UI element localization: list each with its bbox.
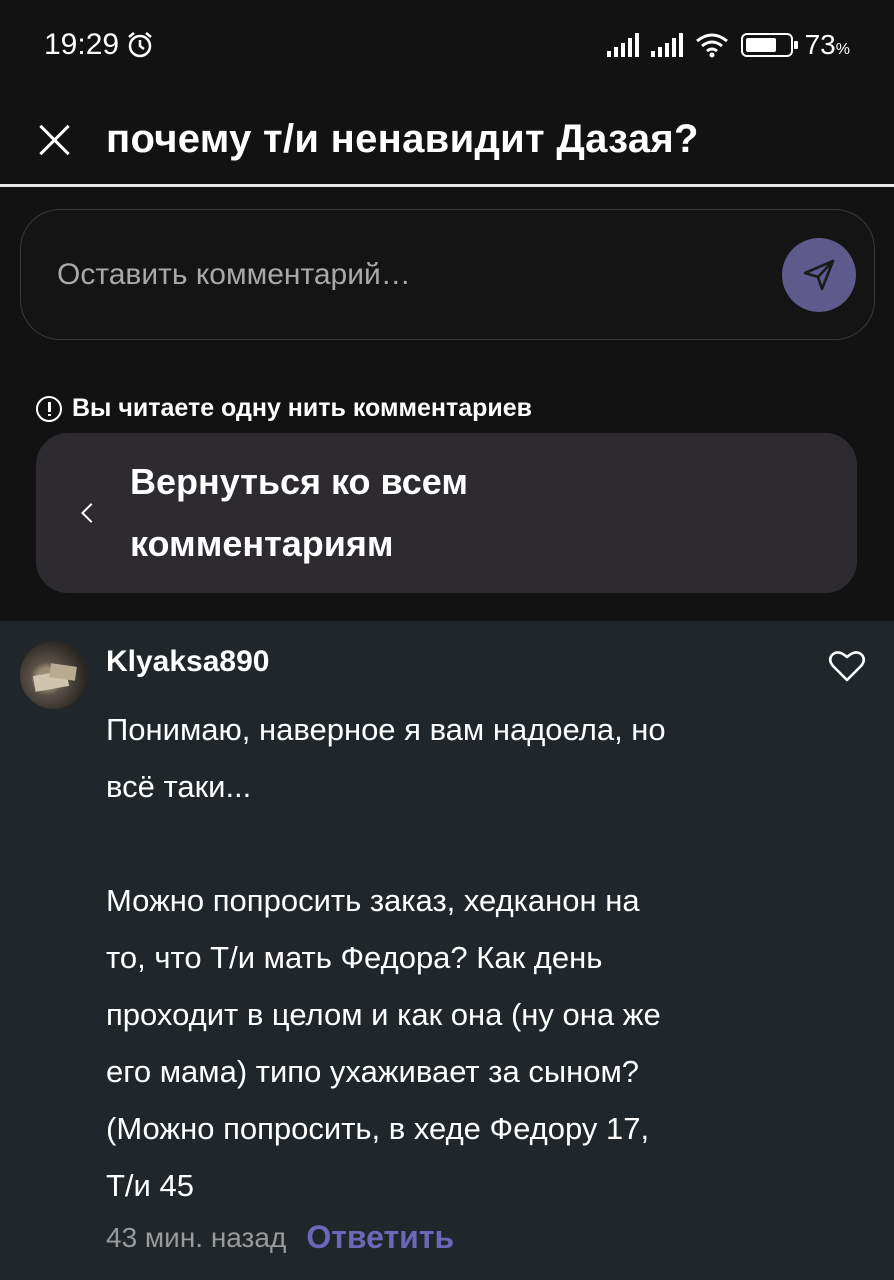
thread-notice-text: Вы читаете одну нить комментариев [72,394,533,422]
status-right: 73% [606,29,850,61]
send-icon [803,259,835,290]
comment-username[interactable]: Klyaksa890 [106,645,269,679]
alarm-icon [128,32,152,58]
page-title: почему т/и ненавидит Дазая? [106,117,699,161]
comment-meta: 43 мин. назад Ответить [106,1219,454,1256]
back-button-label: Вернуться ко всем комментариям [130,461,468,564]
wifi-icon [695,33,728,58]
signal-icon-sim2 [650,33,683,57]
header: почему т/и ненавидит Дазая? [0,95,894,187]
chevron-left-icon [81,503,101,523]
heart-icon[interactable] [828,649,866,683]
reply-button[interactable]: Ответить [306,1219,454,1256]
status-bar: 19:29 73% [0,0,894,90]
status-time: 19:29 [44,28,120,61]
comment-timestamp: 43 мин. назад [106,1221,287,1253]
avatar[interactable] [20,641,88,709]
comment-card: Klyaksa890 Понимаю, наверное я вам надое… [0,621,894,1280]
battery-icon [740,33,798,57]
comment-input[interactable]: Оставить комментарий… [20,209,875,340]
send-button[interactable] [782,237,856,312]
status-left: 19:29 [44,28,155,62]
battery-percent: 73% [804,29,850,60]
thread-notice: Вы читаете одну нить комментариев [36,394,532,423]
signal-icon-sim1 [606,33,639,57]
info-icon [36,395,62,422]
close-icon[interactable] [37,122,73,158]
comment-input-placeholder: Оставить комментарий… [57,257,411,291]
back-to-all-comments-button[interactable]: Вернуться ко всем комментариям [36,433,857,593]
comment-text: Понимаю, наверное я вам надоела, но всё … [106,712,666,1203]
